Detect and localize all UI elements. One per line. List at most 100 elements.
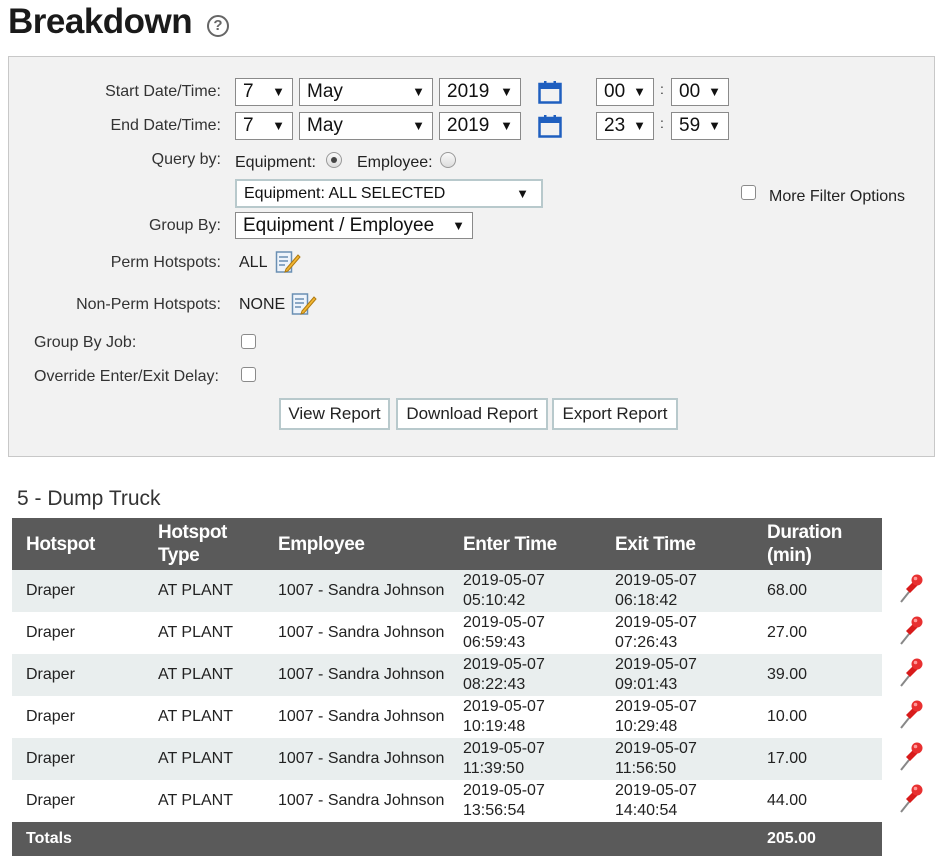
query-equipment-radio[interactable] <box>326 152 342 168</box>
cell-type: AT PLANT <box>144 738 264 780</box>
dropdown-arrow-icon: ▼ <box>412 118 425 133</box>
export-report-button[interactable]: Export Report <box>552 398 678 430</box>
cell-employee: 1007 - Sandra Johnson <box>264 612 449 654</box>
start-month-value: May <box>307 81 343 102</box>
dropdown-arrow-icon: ▼ <box>272 118 285 133</box>
cell-duration: 10.00 <box>753 696 882 738</box>
cell-enter-time: 2019-05-07 10:19:48 <box>449 696 601 738</box>
dropdown-arrow-icon: ▼ <box>500 118 513 133</box>
pushpin-icon[interactable] <box>897 616 925 646</box>
table-row: Draper AT PLANT 1007 - Sandra Johnson 20… <box>12 738 882 780</box>
perm-hotspots-value: ALL <box>239 254 268 271</box>
pushpin-icon[interactable] <box>897 574 925 604</box>
dropdown-arrow-icon: ▼ <box>633 84 646 99</box>
equipment-select-value: Equipment: ALL SELECTED <box>244 185 446 202</box>
calendar-icon[interactable] <box>538 114 562 138</box>
pushpin-icon[interactable] <box>897 700 925 730</box>
start-hour-select[interactable]: 00 ▼ <box>596 78 654 106</box>
start-minute-value: 00 <box>679 81 701 102</box>
group-by-select[interactable]: Equipment / Employee ▼ <box>235 212 473 239</box>
cell-type: AT PLANT <box>144 570 264 612</box>
edit-list-icon[interactable] <box>291 292 317 316</box>
dropdown-arrow-icon: ▼ <box>272 84 285 99</box>
time-separator: : <box>660 115 664 131</box>
col-header-hotspot-type[interactable]: Hotspot Type <box>144 518 264 570</box>
cell-type: AT PLANT <box>144 654 264 696</box>
start-year-select[interactable]: 2019 ▼ <box>439 78 521 106</box>
cell-exit-time: 2019-05-07 10:29:48 <box>601 696 753 738</box>
start-year-value: 2019 <box>447 81 490 102</box>
end-hour-value: 23 <box>604 115 626 136</box>
nonperm-hotspots-label: Non-Perm Hotspots: <box>76 296 221 313</box>
end-month-select[interactable]: May ▼ <box>299 112 433 140</box>
cell-hotspot: Draper <box>12 780 144 822</box>
group-by-value: Equipment / Employee <box>243 215 435 236</box>
pushpin-icon[interactable] <box>897 784 925 814</box>
query-by-label: Query by: <box>151 151 221 168</box>
col-header-enter-time[interactable]: Enter Time <box>449 518 601 570</box>
end-hour-select[interactable]: 23 ▼ <box>596 112 654 140</box>
cell-duration: 68.00 <box>753 570 882 612</box>
table-row: Draper AT PLANT 1007 - Sandra Johnson 20… <box>12 780 882 822</box>
cell-exit-time: 2019-05-07 14:40:54 <box>601 780 753 822</box>
totals-empty <box>144 822 264 856</box>
cell-duration: 27.00 <box>753 612 882 654</box>
cell-employee: 1007 - Sandra Johnson <box>264 570 449 612</box>
cell-type: AT PLANT <box>144 780 264 822</box>
start-minute-select[interactable]: 00 ▼ <box>671 78 729 106</box>
totals-empty <box>449 822 601 856</box>
report-group-title: 5 - Dump Truck <box>17 487 161 510</box>
cell-enter-time: 2019-05-07 06:59:43 <box>449 612 601 654</box>
query-employee-radio[interactable] <box>440 152 456 168</box>
help-icon[interactable]: ? <box>207 15 229 37</box>
cell-employee: 1007 - Sandra Johnson <box>264 696 449 738</box>
end-year-value: 2019 <box>447 115 490 136</box>
col-header-exit-time[interactable]: Exit Time <box>601 518 753 570</box>
cell-enter-time: 2019-05-07 11:39:50 <box>449 738 601 780</box>
end-year-select[interactable]: 2019 ▼ <box>439 112 521 140</box>
query-equipment-label: Equipment: <box>235 154 316 171</box>
equipment-select[interactable]: Equipment: ALL SELECTED ▼ <box>235 179 543 208</box>
end-day-select[interactable]: 7 ▼ <box>235 112 293 140</box>
totals-label: Totals <box>12 822 144 856</box>
cell-hotspot: Draper <box>12 738 144 780</box>
more-filter-options-label: More Filter Options <box>769 188 906 205</box>
table-row: Draper AT PLANT 1007 - Sandra Johnson 20… <box>12 570 882 612</box>
group-by-label: Group By: <box>148 217 221 234</box>
cell-employee: 1007 - Sandra Johnson <box>264 738 449 780</box>
pushpin-icon[interactable] <box>897 658 925 688</box>
end-day-value: 7 <box>243 115 254 136</box>
start-datetime-label: Start Date/Time: <box>105 83 221 100</box>
download-report-button[interactable]: Download Report <box>396 398 548 430</box>
cell-hotspot: Draper <box>12 570 144 612</box>
cell-duration: 39.00 <box>753 654 882 696</box>
col-header-employee[interactable]: Employee <box>264 518 449 570</box>
view-report-button[interactable]: View Report <box>279 398 390 430</box>
table-row: Draper AT PLANT 1007 - Sandra Johnson 20… <box>12 696 882 738</box>
cell-exit-time: 2019-05-07 07:26:43 <box>601 612 753 654</box>
cell-hotspot: Draper <box>12 654 144 696</box>
cell-hotspot: Draper <box>12 612 144 654</box>
cell-enter-time: 2019-05-07 13:56:54 <box>449 780 601 822</box>
nonperm-hotspots-value: NONE <box>239 296 286 313</box>
totals-empty <box>601 822 753 856</box>
table-row: Draper AT PLANT 1007 - Sandra Johnson 20… <box>12 654 882 696</box>
pushpin-icon[interactable] <box>897 742 925 772</box>
more-filter-options-checkbox[interactable] <box>741 185 756 200</box>
start-day-select[interactable]: 7 ▼ <box>235 78 293 106</box>
end-minute-select[interactable]: 59 ▼ <box>671 112 729 140</box>
perm-hotspots-label: Perm Hotspots: <box>110 254 221 271</box>
totals-value: 205.00 <box>753 822 882 856</box>
time-separator: : <box>660 81 664 97</box>
cell-duration: 44.00 <box>753 780 882 822</box>
col-header-duration[interactable]: Duration (min) <box>753 518 882 570</box>
report-table: Hotspot Hotspot Type Employee Enter Time… <box>12 518 882 856</box>
cell-exit-time: 2019-05-07 09:01:43 <box>601 654 753 696</box>
cell-duration: 17.00 <box>753 738 882 780</box>
group-by-job-checkbox[interactable] <box>241 334 256 349</box>
col-header-hotspot[interactable]: Hotspot <box>12 518 144 570</box>
edit-list-icon[interactable] <box>275 250 301 274</box>
override-delay-checkbox[interactable] <box>241 367 256 382</box>
start-month-select[interactable]: May ▼ <box>299 78 433 106</box>
calendar-icon[interactable] <box>538 80 562 104</box>
